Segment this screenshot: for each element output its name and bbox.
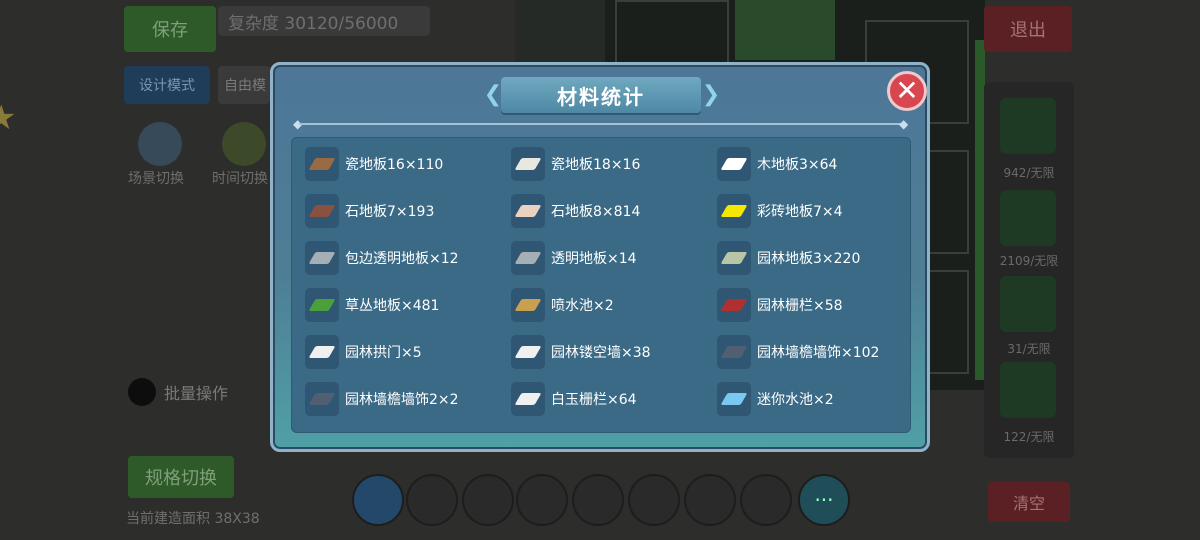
material-item-label: 迷你水池×2: [757, 392, 834, 408]
material-item: 木地板3×64: [717, 147, 837, 181]
scene-switch-icon[interactable]: [138, 122, 182, 166]
star-icon[interactable]: ★: [0, 100, 18, 136]
material-item: 白玉栅栏×64: [511, 382, 637, 416]
garden-arch-icon: [305, 335, 339, 369]
material-item: 园林拱门×5: [305, 335, 422, 369]
material-item-label: 园林墙檐墙饰×102: [757, 345, 880, 361]
ribbon-right-ornament-icon: ❯: [701, 82, 721, 107]
more-tools-button[interactable]: ···: [798, 474, 850, 526]
garden-floor-icon: [717, 241, 751, 275]
tool-slot[interactable]: [628, 474, 680, 526]
checkbox-icon[interactable]: [128, 378, 156, 406]
eraser-tool-icon[interactable]: [352, 474, 404, 526]
material-item: 园林墙檐墙饰2×2: [305, 382, 459, 416]
material-item: 园林地板3×220: [717, 241, 860, 275]
spec-switch-button[interactable]: 规格切换: [128, 456, 234, 498]
material-item: 园林墙檐墙饰×102: [717, 335, 879, 369]
material-item: 彩砖地板7×4: [717, 194, 843, 228]
color-brick-floor-icon: [717, 194, 751, 228]
material-item-label: 园林拱门×5: [345, 345, 422, 361]
material-item: 石地板7×193: [305, 194, 434, 228]
save-button[interactable]: 保存: [124, 6, 216, 52]
material-item-label: 瓷地板16×110: [345, 157, 444, 173]
material-item: 园林镂空墙×38: [511, 335, 651, 369]
title-divider: [299, 123, 903, 125]
complexity-indicator: 复杂度 30120/56000: [218, 6, 430, 36]
material-item-label: 园林墙檐墙饰2×2: [345, 392, 459, 408]
free-mode-button[interactable]: 自由模: [218, 66, 270, 104]
edged-glass-floor-icon: [305, 241, 339, 275]
material-item: 迷你水池×2: [717, 382, 834, 416]
material-item: 草丛地板×481: [305, 288, 439, 322]
material-item-label: 草丛地板×481: [345, 298, 440, 314]
material-statistics-dialog: ❮ 材料统计 ❯ ✕ ◆ ◆ 瓷地板16×110 瓷地板18×16 木地板3×64 石…: [270, 62, 930, 452]
tool-slot[interactable]: [516, 474, 568, 526]
material-count: 122/无限: [1003, 430, 1055, 444]
material-item-label: 白玉栅栏×64: [551, 392, 637, 408]
material-item: 喷水池×2: [511, 288, 614, 322]
material-item: 瓷地板16×110: [305, 147, 443, 181]
material-item: 透明地板×14: [511, 241, 637, 275]
divider-right-cap-icon: ◆: [899, 117, 909, 131]
tile-floor-white-icon: [511, 147, 545, 181]
time-switch-label: 时间切换: [212, 171, 268, 187]
material-count: 2109/无限: [999, 254, 1059, 268]
material-item-label: 木地板3×64: [757, 157, 838, 173]
batch-operation-toggle[interactable]: 批量操作: [128, 378, 228, 406]
white-jade-fence-icon: [511, 382, 545, 416]
tool-slot[interactable]: [462, 474, 514, 526]
material-count: 31/无限: [1007, 342, 1051, 356]
material-count: 942/无限: [1003, 166, 1055, 180]
grass-floor-icon: [305, 288, 339, 322]
material-item-label: 包边透明地板×12: [345, 251, 459, 267]
design-mode-button[interactable]: 设计模式: [124, 66, 210, 104]
time-switch-icon[interactable]: [222, 122, 266, 166]
garden-eave-2-icon: [305, 382, 339, 416]
material-item-label: 瓷地板18×16: [551, 157, 641, 173]
wood-floor-icon: [717, 147, 751, 181]
garden-hollow-wall-icon: [511, 335, 545, 369]
material-item-label: 透明地板×14: [551, 251, 637, 267]
material-slot-icon[interactable]: [1000, 276, 1056, 332]
exit-button[interactable]: 退出: [984, 6, 1072, 52]
tool-slot[interactable]: [406, 474, 458, 526]
tool-slot[interactable]: [572, 474, 624, 526]
glass-floor-icon: [511, 241, 545, 275]
material-item: 石地板8×814: [511, 194, 640, 228]
stone-floor-beige-icon: [511, 194, 545, 228]
material-item-label: 喷水池×2: [551, 298, 614, 314]
fountain-icon: [511, 288, 545, 322]
material-item: 园林栅栏×58: [717, 288, 843, 322]
tool-slot[interactable]: [740, 474, 792, 526]
material-item-label: 园林镂空墙×38: [551, 345, 651, 361]
material-slot-icon[interactable]: [1000, 362, 1056, 418]
material-slot-icon[interactable]: [1000, 98, 1056, 154]
tool-slot[interactable]: [684, 474, 736, 526]
build-area-text: 当前建造面积 38X38: [126, 511, 260, 527]
tile-floor-brown-icon: [305, 147, 339, 181]
close-button[interactable]: ✕: [887, 71, 927, 111]
material-item-label: 园林地板3×220: [757, 251, 861, 267]
material-list: 瓷地板16×110 瓷地板18×16 木地板3×64 石地板7×193 石地板8×814…: [291, 137, 911, 433]
garden-eave-icon: [717, 335, 751, 369]
material-slot-icon[interactable]: [1000, 190, 1056, 246]
scene-switch-label: 场景切换: [128, 171, 184, 187]
clear-button[interactable]: 清空: [988, 482, 1070, 522]
material-item-label: 园林栅栏×58: [757, 298, 843, 314]
material-item-label: 石地板7×193: [345, 204, 435, 220]
mini-pool-icon: [717, 382, 751, 416]
dialog-title: 材料统计: [501, 77, 701, 113]
material-item: 包边透明地板×12: [305, 241, 459, 275]
material-item-label: 石地板8×814: [551, 204, 641, 220]
stone-floor-brown-icon: [305, 194, 339, 228]
garden-fence-icon: [717, 288, 751, 322]
batch-operation-label: 批量操作: [164, 384, 229, 403]
material-item-label: 彩砖地板7×4: [757, 204, 843, 220]
material-item: 瓷地板18×16: [511, 147, 640, 181]
